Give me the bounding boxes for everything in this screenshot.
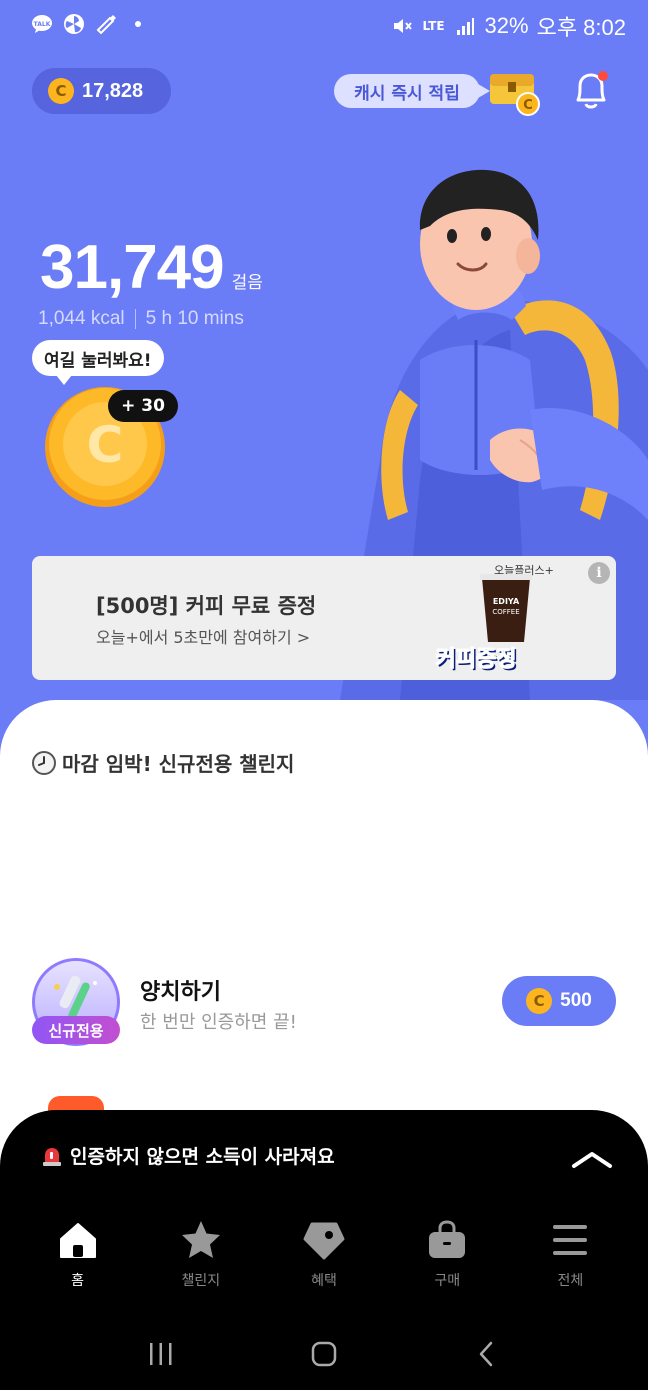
nav-all[interactable]: 전체 <box>509 1214 632 1304</box>
chevron-up-icon[interactable] <box>570 1148 614 1170</box>
ad-banner[interactable]: [500명] 커피 무료 증정 오늘+에서 5초만에 참여하기 > 오늘플러스+… <box>32 556 616 680</box>
menu-icon <box>548 1218 592 1262</box>
signal-icon <box>453 14 477 38</box>
home-icon <box>56 1218 100 1262</box>
network-label: LTE <box>422 19 445 33</box>
nav-home[interactable]: 홈 <box>16 1214 139 1304</box>
nav-benefit[interactable]: 혜택 <box>262 1214 385 1304</box>
status-right: LTE 32% 오후 8:02 <box>390 10 626 42</box>
tag-icon <box>302 1218 346 1262</box>
duration-text: 5 h 10 mins <box>145 308 244 329</box>
clock-icon <box>32 750 56 775</box>
bell-icon[interactable] <box>568 68 614 114</box>
coffee-cup-icon: EDIYA COFFEE <box>478 572 534 644</box>
talk-icon: TALK <box>30 12 54 36</box>
steps-number: 31,749 <box>40 233 225 302</box>
cash-instant-bubble[interactable]: 캐시 즉시 적립 <box>334 74 490 108</box>
nav-challenge-label: 챌린지 <box>181 1273 221 1289</box>
challenge-subtitle: 한 번만 인증하면 끝! <box>140 1012 297 1033</box>
ad-subtitle: 오늘+에서 5초만에 참여하기 > <box>96 628 311 647</box>
battery-text: 32% <box>484 13 529 38</box>
challenge-title: 양치하기 <box>140 980 221 1005</box>
coin-icon: C <box>48 78 74 104</box>
clock-text: 오후 8:02 <box>536 15 626 40</box>
tip-bubble: 여길 눌러봐요! <box>32 340 164 385</box>
mute-icon <box>390 14 414 38</box>
nav-purchase-label: 구매 <box>434 1273 461 1289</box>
home-button-icon[interactable] <box>304 1334 344 1374</box>
nav-benefit-label: 혜택 <box>311 1273 337 1289</box>
reward-button[interactable]: C 500 <box>502 976 616 1026</box>
new-user-badge: 신규전용 <box>32 1016 120 1044</box>
coin-balance-pill[interactable]: C 17,828 <box>32 68 171 114</box>
coin-balance: 17,828 <box>82 79 144 102</box>
brush-icon <box>94 12 118 36</box>
star-icon <box>179 1218 223 1262</box>
bag-icon <box>425 1218 469 1262</box>
stats-divider <box>134 309 136 329</box>
svg-text:EDIYA: EDIYA <box>493 597 520 606</box>
siren-icon <box>40 1144 64 1168</box>
bonus-badge: + 30 <box>108 390 178 422</box>
system-navigation <box>0 1318 648 1390</box>
challenge-section-text: 마감 임박! 신규전용 챌린지 <box>62 752 295 776</box>
nav-home-label: 홈 <box>71 1273 85 1289</box>
step-count: 31,749 걸음 <box>40 232 263 303</box>
back-icon[interactable] <box>467 1334 507 1374</box>
nav-all-label: 전체 <box>557 1273 584 1289</box>
ad-stamp: 커피증정 <box>435 647 517 673</box>
coin-letter: C <box>87 416 124 474</box>
status-left-icons: TALK <box>30 12 150 36</box>
coin-icon: C <box>526 988 553 1014</box>
recent-apps-icon[interactable] <box>141 1334 181 1374</box>
steps-unit: 걸음 <box>231 273 263 293</box>
reward-amount: 500 <box>560 990 592 1011</box>
info-icon[interactable]: i <box>588 562 610 584</box>
nav-purchase[interactable]: 구매 <box>386 1214 509 1304</box>
challenge-section-title: 마감 임박! 신규전용 챌린지 <box>32 748 294 777</box>
nav-challenge[interactable]: 챌린지 <box>139 1214 262 1304</box>
svg-text:C: C <box>523 98 533 113</box>
dot-icon <box>126 12 150 36</box>
svg-text:COFFEE: COFFEE <box>492 608 519 616</box>
bottom-nav: 홈 챌린지 혜택 구매 전체 <box>16 1214 632 1304</box>
challenge-item-brushing[interactable]: 신규전용 양치하기 한 번만 인증하면 끝! C 500 <box>32 958 616 1048</box>
activity-stats: 1,044 kcal 5 h 10 mins <box>38 308 244 330</box>
status-bar: TALK LTE 32% 오후 8:02 <box>0 0 648 50</box>
kcal-text: 1,044 kcal <box>38 308 125 329</box>
svg-text:TALK: TALK <box>34 21 51 28</box>
fan-icon <box>62 12 86 36</box>
notice-text: 인증하지 않으면 소득이 사라져요 <box>70 1146 335 1168</box>
ad-title: [500명] 커피 무료 증정 <box>96 594 317 618</box>
treasure-chest-icon[interactable]: C <box>488 68 542 116</box>
notice-bar[interactable]: 인증하지 않으면 소득이 사라져요 <box>40 1142 335 1169</box>
